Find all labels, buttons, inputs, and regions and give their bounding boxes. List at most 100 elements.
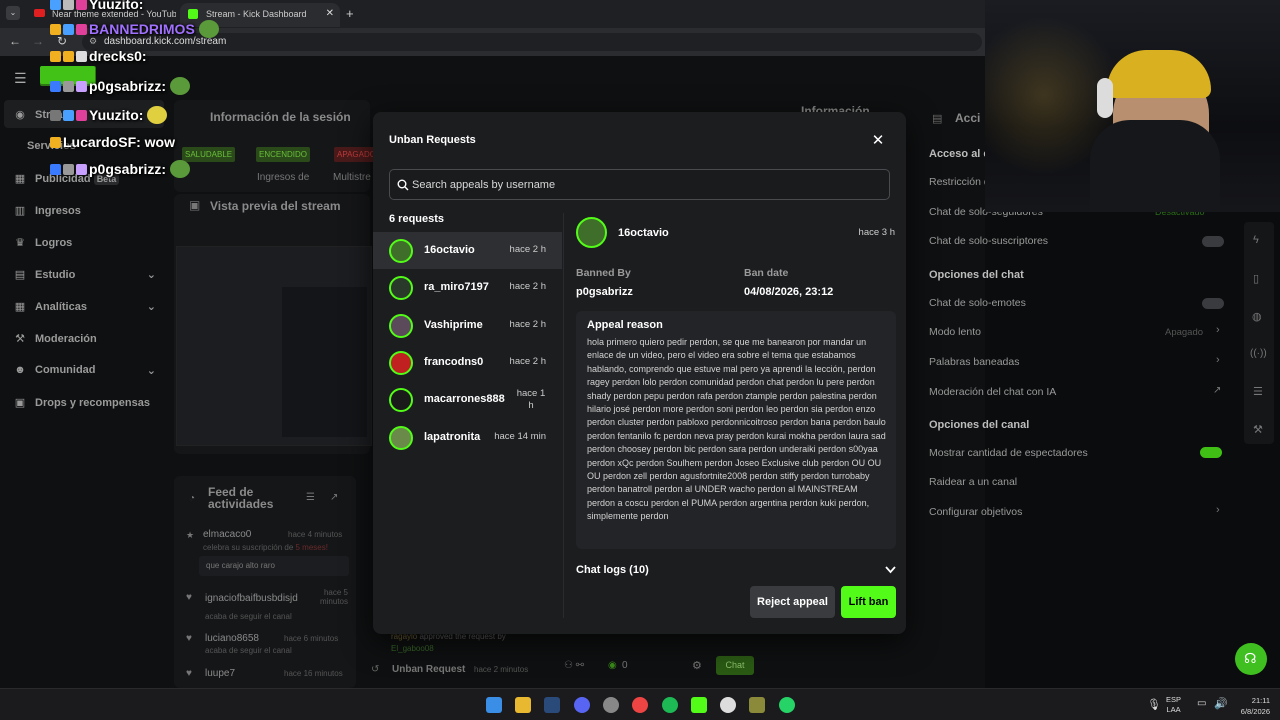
setting-emotes-only[interactable]: Chat de solo-emotes bbox=[929, 297, 1026, 309]
sidebar-item-drops[interactable]: ▣ Drops y recompensas bbox=[14, 396, 150, 409]
badge-icon bbox=[63, 0, 74, 10]
sidebar-item-label: Analíticas bbox=[35, 301, 87, 313]
overlay-chat-line: Yuuzito: bbox=[50, 0, 143, 12]
request-item-lapatronita[interactable]: lapatronita hace 14 min bbox=[373, 419, 562, 456]
request-time: hace 2 h bbox=[509, 356, 546, 367]
network-icon[interactable]: ▭ bbox=[1197, 698, 1206, 709]
badge-icon bbox=[63, 24, 74, 35]
chevron-down-icon bbox=[885, 566, 896, 574]
feed-user[interactable]: luciano8658 bbox=[205, 633, 259, 644]
show-viewers-toggle[interactable] bbox=[1200, 447, 1222, 458]
forward-icon[interactable]: → bbox=[32, 34, 44, 48]
setting-banned-words[interactable]: Palabras baneadas bbox=[929, 356, 1020, 368]
menu-icon[interactable]: ☰ bbox=[14, 70, 27, 87]
file-explorer-icon[interactable] bbox=[515, 697, 531, 713]
stream-preview-video[interactable] bbox=[176, 246, 372, 446]
popout-icon[interactable]: ↗ bbox=[330, 492, 338, 503]
back-icon[interactable]: ← bbox=[9, 34, 21, 48]
setting-ai-moderation[interactable]: Moderación del chat con IA bbox=[929, 386, 1056, 398]
search-appeals-field[interactable] bbox=[389, 169, 890, 200]
chrome-icon[interactable] bbox=[632, 697, 648, 713]
request-item-francodns0[interactable]: francodns0 hace 2 h bbox=[373, 344, 562, 381]
start-icon[interactable] bbox=[486, 697, 502, 713]
subs-only-toggle[interactable] bbox=[1202, 236, 1224, 247]
badge-icon bbox=[76, 110, 87, 121]
sword-icon bbox=[50, 164, 61, 175]
lift-ban-button[interactable]: Lift ban bbox=[841, 586, 896, 618]
request-item-macarrones888[interactable]: macarrones888 hace 1 h bbox=[373, 381, 562, 418]
setting-goals[interactable]: Configurar objetivos bbox=[929, 506, 1022, 518]
broadcast-icon[interactable]: ((·)) bbox=[1250, 348, 1267, 359]
sidebar-item-label: Ingresos bbox=[35, 205, 81, 217]
wrench-icon[interactable]: ⚒ bbox=[1253, 423, 1263, 436]
app-icon[interactable] bbox=[749, 697, 765, 713]
whatsapp-icon[interactable] bbox=[779, 697, 795, 713]
pepe-emote-icon bbox=[170, 160, 191, 178]
streamer-beanie bbox=[1107, 50, 1211, 98]
search-appeals-input[interactable] bbox=[412, 176, 872, 194]
lightning-icon[interactable]: ϟ bbox=[1253, 234, 1259, 246]
support-button[interactable]: ☊ bbox=[1235, 643, 1267, 675]
setting-raid[interactable]: Raidear a un canal bbox=[929, 476, 1017, 488]
banned-by-label: Banned By bbox=[576, 267, 631, 279]
feed-text: celebra su suscripción de 5 meses! bbox=[203, 543, 328, 552]
clock[interactable]: 21:11 6/8/2026 bbox=[1230, 695, 1270, 717]
feed-user[interactable]: ignaciofbaifbusbdisjd bbox=[205, 593, 298, 604]
spotify-icon[interactable] bbox=[662, 697, 678, 713]
ccleaner-icon[interactable] bbox=[720, 697, 736, 713]
sidebar-item-moderacion[interactable]: ⚒ Moderación bbox=[14, 332, 97, 345]
sidebar-item-logros[interactable]: ♛ Logros bbox=[14, 236, 72, 249]
request-item-16octavio[interactable]: 16octavio hace 2 h bbox=[373, 232, 562, 269]
history-icon: ↺ bbox=[371, 664, 380, 675]
right-tool-strip: ϟ ▯ ◍ ((·)) ☰ ⚒ bbox=[1244, 222, 1274, 444]
section-heading-chat: Opciones del chat bbox=[929, 269, 1024, 281]
chat-logs-toggle[interactable]: Chat logs (10) bbox=[576, 561, 896, 581]
feed-user[interactable]: elmacaco0 bbox=[203, 529, 251, 540]
chat-gear-icon[interactable]: ⚙ bbox=[692, 659, 702, 672]
request-item-ra_miro7197[interactable]: ra_miro7197 hace 2 h bbox=[373, 269, 562, 306]
emotes-only-toggle[interactable] bbox=[1202, 298, 1224, 309]
lang-bottom: LAA bbox=[1166, 705, 1181, 714]
feed-user[interactable]: luupe7 bbox=[205, 668, 235, 679]
setting-subs-only[interactable]: Chat de solo-suscriptores bbox=[929, 235, 1048, 247]
obs-icon[interactable] bbox=[603, 697, 619, 713]
appeal-reason-box: Appeal reason hola primero quiero pedir … bbox=[576, 311, 896, 549]
volume-icon[interactable]: 🔊 bbox=[1214, 697, 1228, 710]
chevron-down-icon: ⌄ bbox=[146, 301, 156, 313]
clipboard-icon[interactable]: ▯ bbox=[1253, 272, 1259, 285]
sidebar-item-ingresos[interactable]: ▥ Ingresos bbox=[14, 204, 81, 217]
tab-close-icon[interactable]: ✕ bbox=[326, 8, 334, 19]
chat-send-button[interactable]: Chat bbox=[716, 656, 754, 675]
reject-appeal-button[interactable]: Reject appeal bbox=[750, 586, 835, 618]
stream-preview-title: Vista previa del stream bbox=[210, 199, 341, 213]
chat-settings-icons[interactable]: ⚇ ⚯ bbox=[564, 660, 584, 671]
broadcast-icon: ◉ bbox=[15, 109, 25, 121]
badge-icon bbox=[63, 164, 74, 175]
avatar bbox=[389, 388, 413, 412]
sidebar-item-analiticas[interactable]: ▦ Analíticas ⌄ bbox=[14, 300, 156, 313]
list-icon[interactable]: ☰ bbox=[1253, 385, 1263, 398]
discord-icon[interactable] bbox=[574, 697, 590, 713]
language-indicator[interactable]: ESP LAA bbox=[1166, 695, 1181, 715]
chat-bubble-icon[interactable]: ◍ bbox=[1252, 310, 1262, 323]
steam-icon[interactable] bbox=[544, 697, 560, 713]
lang-top: ESP bbox=[1166, 695, 1182, 704]
multistream-label: Multistre bbox=[333, 172, 371, 183]
youtube-icon bbox=[34, 9, 45, 17]
setting-show-viewers[interactable]: Mostrar cantidad de espectadores bbox=[929, 447, 1088, 459]
tab-search-icon[interactable]: ⌄ bbox=[6, 6, 20, 20]
filter-icon[interactable]: ☰ bbox=[306, 492, 315, 503]
avatar bbox=[576, 217, 607, 248]
setting-restriction[interactable]: Restricción d bbox=[929, 176, 990, 188]
hammer-icon: ⚒ bbox=[15, 333, 25, 345]
new-tab-icon[interactable]: + bbox=[346, 6, 354, 21]
modlog-time: hace 2 minutos bbox=[474, 665, 529, 674]
setting-slow-mode[interactable]: Modo lento bbox=[929, 326, 981, 338]
detail-username[interactable]: 16octavio bbox=[618, 227, 669, 239]
close-icon[interactable]: ✕ bbox=[869, 132, 887, 150]
kick-app-icon[interactable] bbox=[691, 697, 707, 713]
sidebar-item-comunidad[interactable]: ☻ Comunidad ⌄ bbox=[14, 364, 156, 377]
request-item-vashiprime[interactable]: Vashiprime hace 2 h bbox=[373, 307, 562, 344]
sidebar-item-estudio[interactable]: ▤ Estudio ⌄ bbox=[14, 268, 156, 281]
microphone-icon[interactable]: 🎙 bbox=[1147, 698, 1161, 711]
